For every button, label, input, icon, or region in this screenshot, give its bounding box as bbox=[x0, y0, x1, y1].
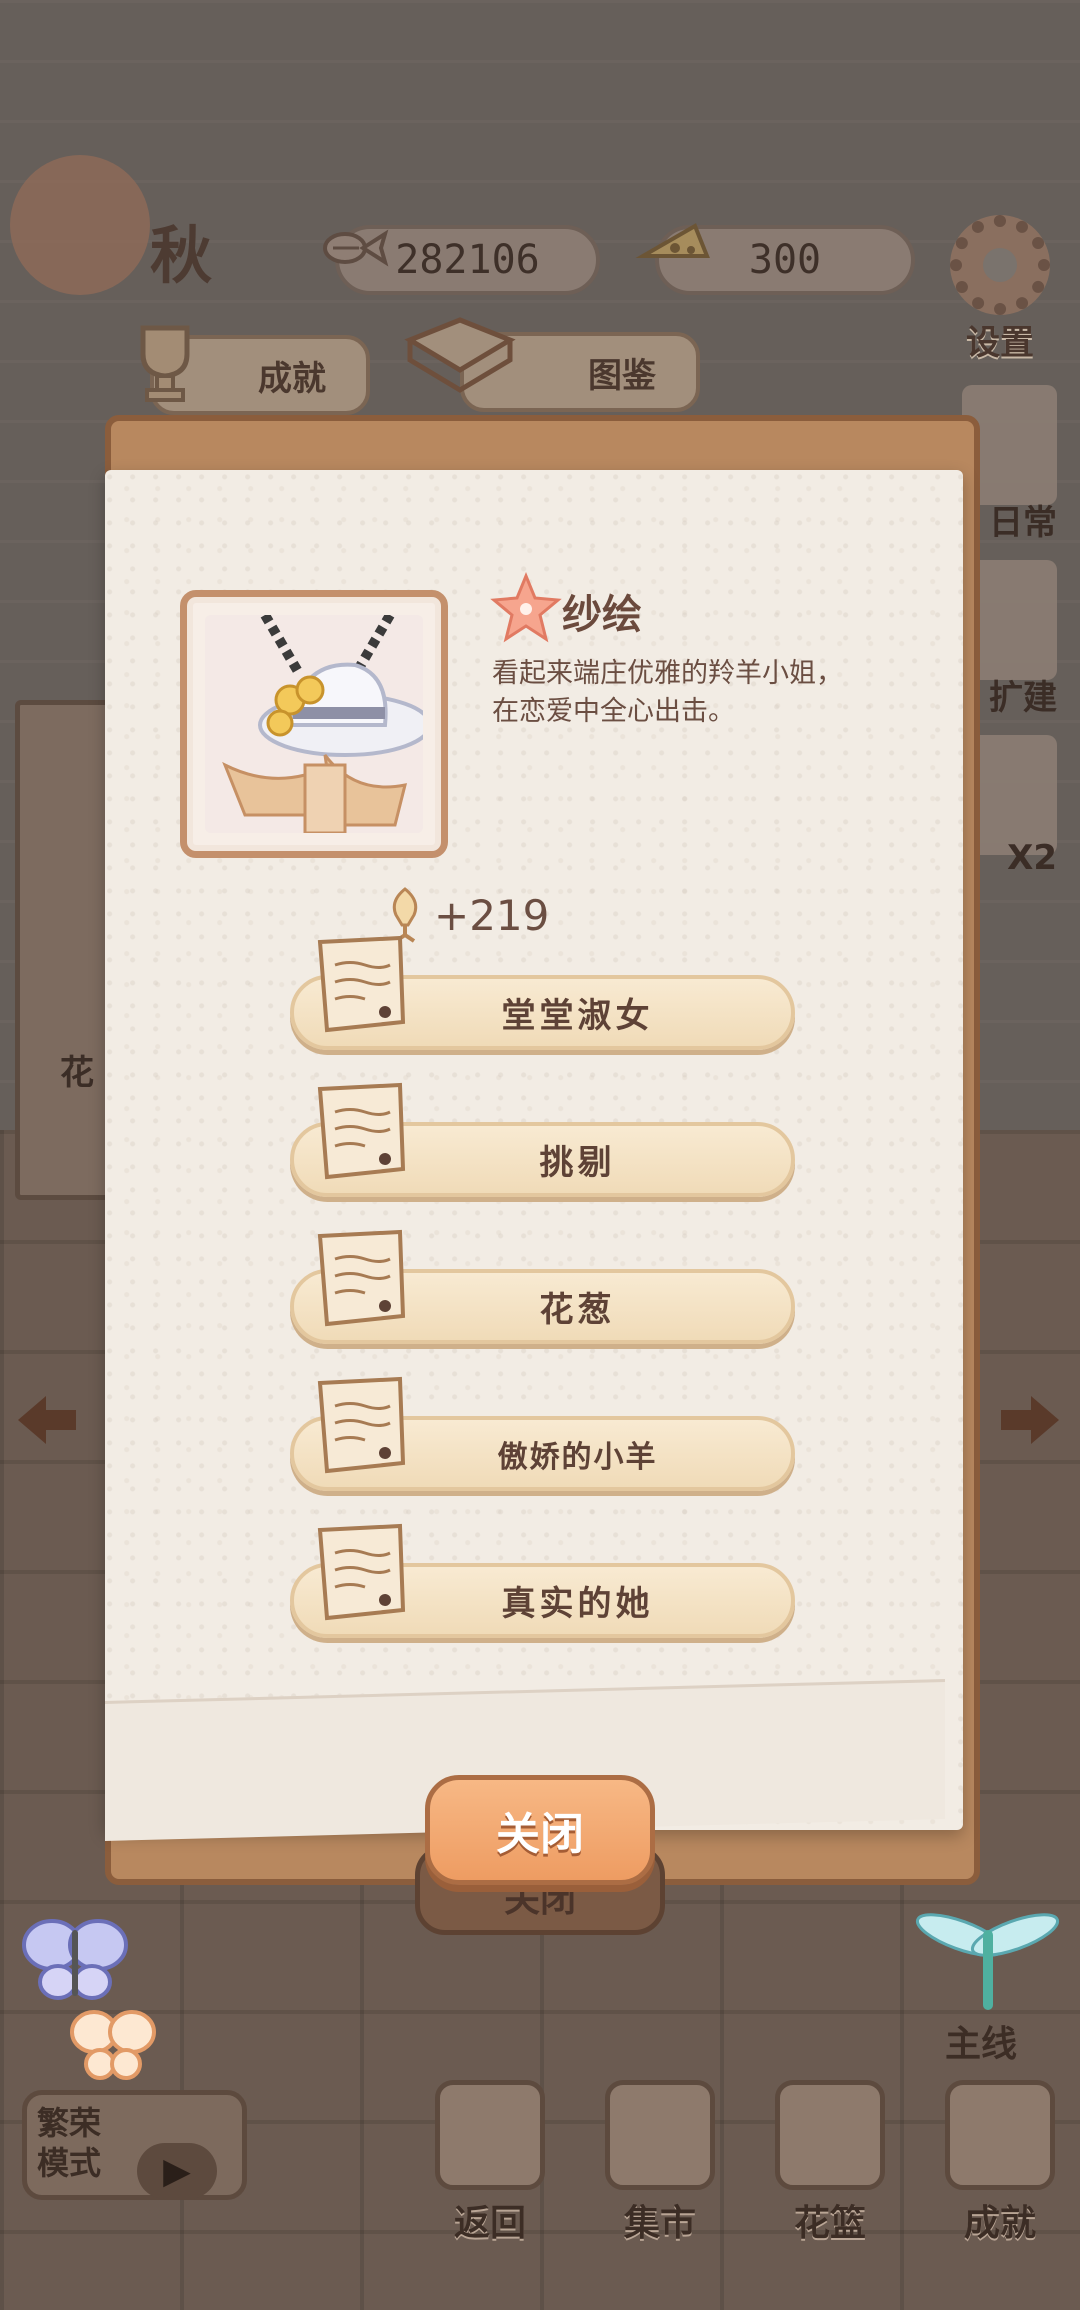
character-portrait bbox=[205, 615, 423, 833]
character-portrait-frame bbox=[180, 590, 448, 858]
character-name: 纱绘 bbox=[562, 592, 642, 638]
nav-achievement-label: 成就 bbox=[963, 2203, 1036, 2244]
story-label: 花葱 bbox=[539, 1290, 616, 1330]
close-button[interactable]: 关闭 bbox=[425, 1775, 655, 1885]
settings-label: 设置 bbox=[966, 323, 1034, 363]
story-label: 傲娇的小羊 bbox=[497, 1439, 658, 1475]
note-paper-icon bbox=[317, 1376, 406, 1474]
tab-achievement-label: 成就 bbox=[258, 358, 326, 399]
close-label: 关闭 bbox=[496, 1809, 584, 1860]
play-icon[interactable]: ▶ bbox=[137, 2143, 217, 2199]
orange-butterfly-icon[interactable] bbox=[68, 2002, 158, 2114]
dragonfly-icon[interactable] bbox=[915, 1900, 1065, 2020]
fish-bone-icon bbox=[315, 208, 395, 288]
note-paper-icon bbox=[317, 1523, 406, 1621]
nav-back-label: 返回 bbox=[453, 2203, 526, 2244]
mainline-label: 主线 bbox=[945, 2024, 1018, 2065]
tree-icon bbox=[10, 155, 150, 295]
cheese-icon bbox=[635, 208, 715, 288]
nav-achievement-button[interactable]: 成就 bbox=[940, 2080, 1060, 2246]
reward-value: +219 bbox=[434, 890, 550, 940]
story-label: 真实的她 bbox=[501, 1584, 654, 1624]
right-arrow-icon[interactable] bbox=[995, 1385, 1065, 1467]
basket-icon bbox=[775, 2080, 885, 2190]
character-description: 看起来端庄优雅的羚羊小姐，在恋爱中全心出击。 bbox=[492, 658, 843, 727]
left-arrow-icon[interactable] bbox=[12, 1385, 82, 1467]
note-paper-icon bbox=[317, 1082, 406, 1180]
story-label: 挑剔 bbox=[539, 1143, 616, 1183]
nav-back-button[interactable]: 返回 bbox=[430, 2080, 550, 2246]
nav-market-button[interactable]: 集市 bbox=[600, 2080, 720, 2246]
tab-encyclopedia-label: 图鉴 bbox=[588, 355, 656, 396]
trophy-icon bbox=[945, 2080, 1055, 2190]
gear-icon bbox=[950, 215, 1050, 315]
book-icon bbox=[400, 300, 520, 427]
nav-basket-label: 花篮 bbox=[793, 2203, 866, 2244]
flower-star-icon bbox=[490, 572, 562, 644]
nav-basket-button[interactable]: 花篮 bbox=[770, 2080, 890, 2246]
trophy-icon bbox=[115, 310, 215, 427]
nav-market-label: 集市 bbox=[623, 2203, 696, 2244]
season-text: 秋 bbox=[150, 219, 213, 292]
note-paper-icon bbox=[317, 935, 406, 1033]
window-icon bbox=[435, 2080, 545, 2190]
settings-button[interactable]: 设置 bbox=[945, 215, 1055, 365]
fish-count: 282106 bbox=[395, 237, 540, 283]
note-paper-icon bbox=[317, 1229, 406, 1327]
mode-label: 繁荣模式 bbox=[37, 2104, 102, 2182]
season-badge: 秋 bbox=[10, 155, 240, 305]
story-label: 堂堂淑女 bbox=[501, 996, 654, 1036]
market-stall-icon bbox=[605, 2080, 715, 2190]
cheese-count: 300 bbox=[748, 237, 822, 283]
shelf-label: 花 bbox=[60, 1053, 94, 1093]
